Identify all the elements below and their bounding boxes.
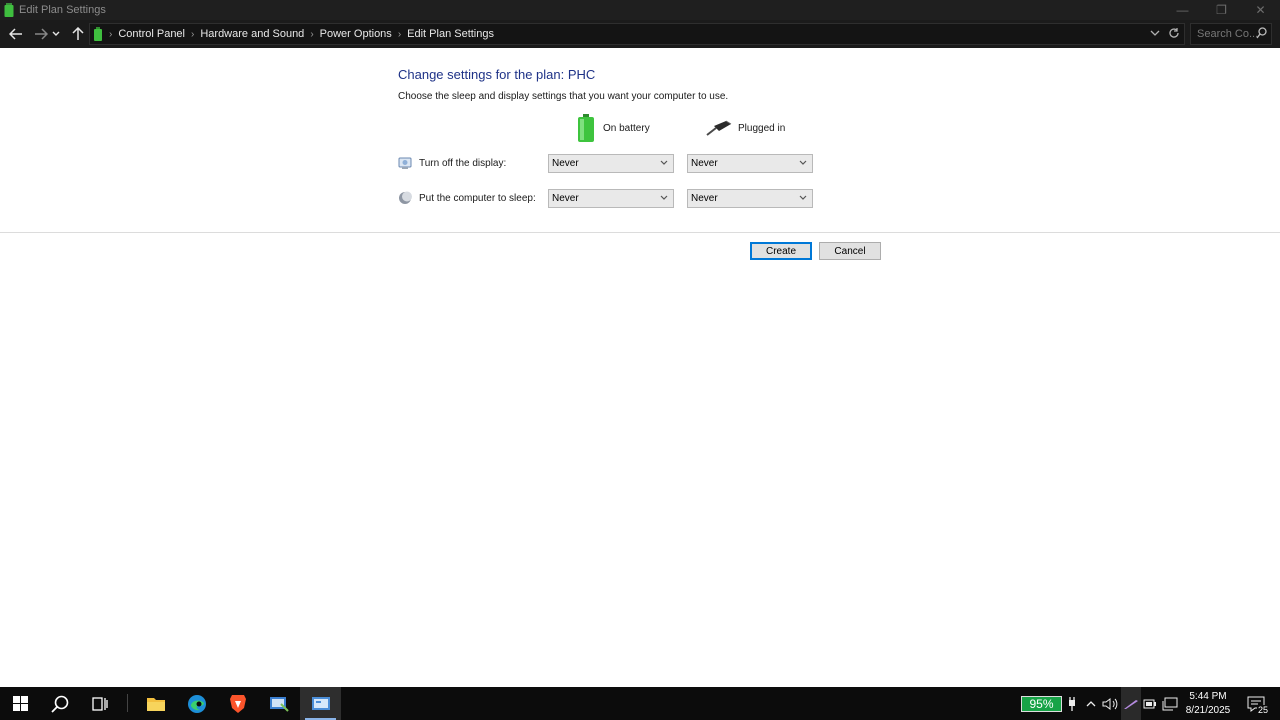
close-button[interactable]: ✕ — [1241, 0, 1280, 20]
sleep-on-battery-value: Never — [552, 193, 579, 204]
app-window-icon — [270, 696, 289, 712]
put-computer-to-sleep-label: Put the computer to sleep: — [419, 192, 536, 204]
speaker-icon — [1102, 697, 1118, 710]
plugged-in-label: Plugged in — [738, 122, 786, 134]
chevron-down-icon — [660, 195, 668, 200]
search-icon — [51, 695, 69, 713]
display-setting-label: Turn off the display: — [398, 156, 506, 170]
network-button[interactable] — [1160, 687, 1180, 720]
battery-icon — [578, 114, 594, 142]
breadcrumb-hardware-and-sound[interactable]: Hardware and Sound — [200, 28, 304, 40]
task-view-icon — [92, 696, 108, 711]
breadcrumb-separator: › — [109, 28, 113, 40]
recent-locations-button[interactable] — [49, 22, 63, 46]
turn-off-display-label: Turn off the display: — [419, 157, 507, 169]
on-battery-label: On battery — [603, 122, 650, 134]
windows-logo-icon — [12, 696, 28, 711]
minimize-button[interactable]: — — [1163, 0, 1202, 20]
sleep-moon-icon — [399, 191, 412, 204]
forward-arrow-icon — [35, 28, 48, 40]
control-panel-icon — [311, 696, 330, 710]
charging-indicator[interactable] — [1064, 687, 1080, 720]
page-description: Choose the sleep and display settings th… — [398, 91, 729, 102]
display-on-battery-value: Never — [552, 158, 579, 169]
power-options-icon — [4, 3, 14, 17]
back-arrow-icon — [9, 28, 22, 40]
breadcrumb-separator[interactable]: › — [191, 29, 194, 40]
edge-taskbar[interactable] — [177, 687, 217, 720]
breadcrumb-separator[interactable]: › — [398, 29, 401, 40]
cancel-button[interactable]: Cancel — [819, 242, 881, 260]
title-bar: Edit Plan Settings — ❐ ✕ — [0, 0, 1280, 20]
chevron-down-icon — [52, 31, 60, 36]
clock-time: 5:44 PM — [1189, 691, 1227, 702]
power-plug-icon — [706, 120, 732, 136]
sleep-plugged-in-select[interactable]: Never — [687, 189, 813, 208]
show-hidden-icons-button[interactable] — [1082, 687, 1100, 720]
brave-browser-icon — [230, 694, 246, 713]
sleep-setting-label: Put the computer to sleep: — [398, 191, 536, 205]
display-icon — [398, 157, 412, 169]
battery-tray-icon — [1143, 699, 1156, 708]
refresh-icon[interactable] — [1168, 26, 1180, 40]
sleep-on-battery-select[interactable]: Never — [548, 189, 674, 208]
clock-date: 8/21/2025 — [1185, 705, 1231, 716]
clock[interactable]: 5:44 PM 8/21/2025 — [1180, 690, 1236, 718]
app-taskbar[interactable] — [259, 687, 299, 720]
column-header-plugged-in: Plugged in — [706, 120, 785, 136]
chevron-up-icon — [1086, 701, 1096, 707]
file-explorer-taskbar[interactable] — [136, 687, 176, 720]
create-button[interactable]: Create — [750, 242, 812, 260]
task-view-button[interactable] — [80, 687, 120, 720]
battery-percent-badge[interactable]: 95% — [1021, 696, 1062, 712]
sleep-plugged-in-value: Never — [691, 193, 718, 204]
chevron-down-icon — [799, 195, 807, 200]
column-header-on-battery: On battery — [577, 114, 650, 142]
start-button[interactable] — [0, 687, 40, 720]
search-input[interactable]: Search Co... — [1190, 23, 1272, 45]
chevron-down-icon — [799, 160, 807, 165]
breadcrumb-separator[interactable]: › — [310, 29, 313, 40]
main-content: Change settings for the plan: PHC Choose… — [0, 48, 1280, 687]
notifications-button[interactable]: 25 — [1242, 687, 1270, 720]
pen-icon — [1124, 699, 1138, 709]
search-button[interactable] — [40, 687, 80, 720]
chevron-down-icon — [660, 160, 668, 165]
restore-button[interactable]: ❐ — [1202, 0, 1241, 20]
taskbar-separator — [127, 694, 128, 712]
network-icon — [1162, 697, 1178, 710]
breadcrumb-control-panel[interactable]: Control Panel — [118, 28, 185, 40]
search-placeholder: Search Co... — [1197, 28, 1259, 40]
taskbar: 95% 5:44 PM 8/21/2025 25 — [0, 687, 1280, 720]
display-plugged-in-value: Never — [691, 158, 718, 169]
pen-tray-button[interactable] — [1121, 687, 1141, 720]
battery-location-icon — [94, 27, 102, 41]
brave-taskbar[interactable] — [218, 687, 258, 720]
address-field[interactable]: › Control Panel › Hardware and Sound › P… — [89, 23, 1185, 45]
up-arrow-icon — [72, 27, 84, 40]
display-on-battery-select[interactable]: Never — [548, 154, 674, 173]
battery-tray-button[interactable] — [1141, 687, 1159, 720]
divider — [0, 232, 1280, 233]
window-title: Edit Plan Settings — [19, 4, 106, 16]
notification-count-badge: 25 — [1256, 705, 1269, 715]
address-dropdown-icon[interactable] — [1150, 26, 1160, 40]
search-icon — [1256, 27, 1267, 39]
page-title: Change settings for the plan: PHC — [398, 67, 596, 82]
breadcrumb-edit-plan-settings[interactable]: Edit Plan Settings — [407, 28, 494, 40]
plug-icon — [1069, 696, 1075, 711]
display-plugged-in-select[interactable]: Never — [687, 154, 813, 173]
breadcrumb-power-options[interactable]: Power Options — [320, 28, 392, 40]
folder-icon — [147, 697, 165, 711]
volume-button[interactable] — [1100, 687, 1120, 720]
edge-browser-icon — [188, 694, 206, 713]
address-bar: › Control Panel › Hardware and Sound › P… — [0, 20, 1280, 48]
up-button[interactable] — [66, 22, 90, 46]
back-button[interactable] — [4, 22, 28, 46]
control-panel-taskbar[interactable] — [300, 687, 341, 720]
